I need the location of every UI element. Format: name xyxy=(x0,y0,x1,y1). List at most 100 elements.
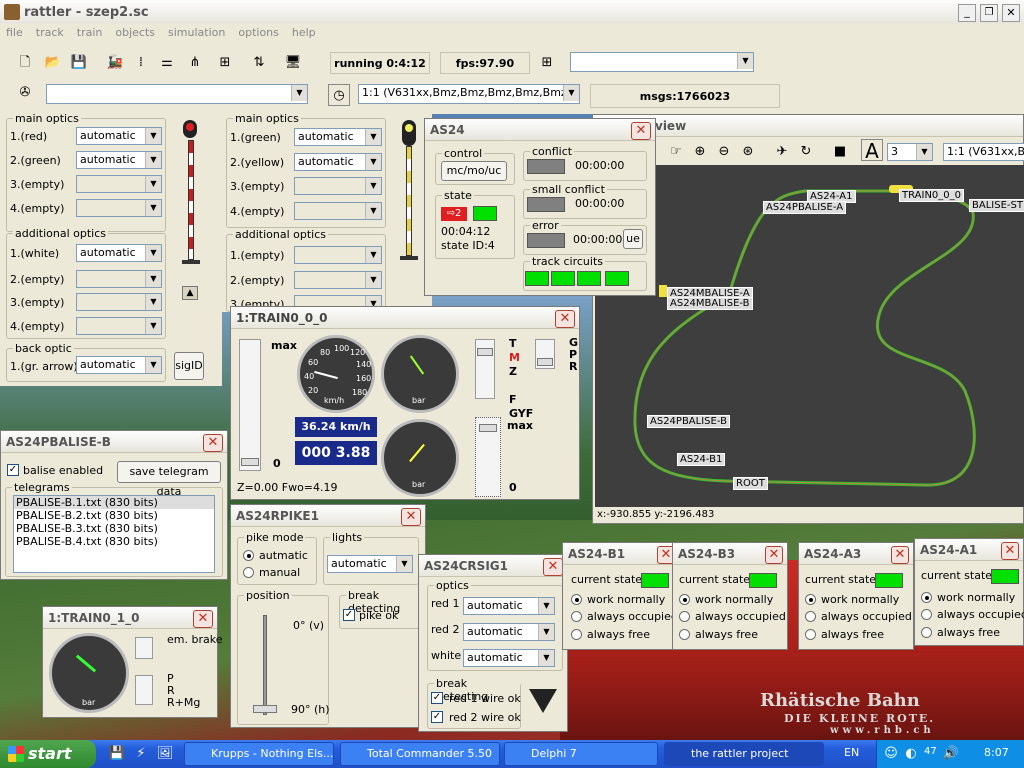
menu-file[interactable]: file xyxy=(6,26,23,44)
pointer-icon[interactable]: ☞ xyxy=(665,141,687,163)
monitor-icon[interactable]: 🖥 xyxy=(282,52,304,74)
control-button[interactable]: mc/mo/uc xyxy=(441,161,507,181)
optic-select[interactable]: ▼ xyxy=(294,177,382,195)
menu-options[interactable]: options xyxy=(238,26,279,44)
telegram-list[interactable]: PBALISE-B.1.txt (830 bits) PBALISE-B.2.t… xyxy=(13,495,215,573)
quick-launch-icon[interactable]: 🖼 xyxy=(154,743,176,765)
open-folder-icon[interactable]: 📂 xyxy=(42,52,64,74)
balise-icon[interactable]: ⋔ xyxy=(184,52,206,74)
language-indicator[interactable]: EN xyxy=(844,746,859,759)
mode-lever[interactable] xyxy=(535,339,555,369)
occupied-radio[interactable] xyxy=(921,609,932,620)
optic-select[interactable]: ▼ xyxy=(76,175,162,193)
list-item[interactable]: PBALISE-B.4.txt (830 bits) xyxy=(14,535,214,548)
work-normally-radio[interactable] xyxy=(921,592,932,603)
zoom-out-icon[interactable]: ⊖ xyxy=(713,141,735,163)
track-label[interactable]: AS24MBALISE-B xyxy=(667,297,753,310)
red1-checkbox[interactable]: ✓ xyxy=(431,692,443,704)
stop-icon[interactable]: ■ xyxy=(829,141,851,163)
path-select[interactable]: ▼ xyxy=(46,84,308,104)
tray-icon[interactable]: ◐ xyxy=(900,743,922,765)
train-select[interactable]: 1:1 (V631xx,Bmz,Bmz,Bmz,Bmz,Bmz) ▼ xyxy=(358,84,580,104)
close-icon[interactable]: ✕ xyxy=(401,508,421,526)
signal-icon[interactable]: ⁞ xyxy=(130,52,152,74)
occupied-radio[interactable] xyxy=(679,611,690,622)
task-rattler[interactable]: the rattler project xyxy=(664,742,824,766)
manual-radio[interactable] xyxy=(243,567,254,578)
close-icon[interactable]: ✕ xyxy=(631,122,651,140)
track-label[interactable]: AS24-B1 xyxy=(677,453,726,466)
zoom-fit-icon[interactable]: ⊛ xyxy=(737,141,759,163)
work-normally-radio[interactable] xyxy=(805,594,816,605)
optic-select[interactable]: ▼ xyxy=(294,246,382,264)
optic-select[interactable]: automatic ▼ xyxy=(294,153,382,171)
optic-select[interactable]: automatic ▼ xyxy=(463,649,555,667)
occupied-radio[interactable] xyxy=(805,611,816,622)
close-icon[interactable]: ✕ xyxy=(543,558,563,576)
close-button[interactable]: ✕ xyxy=(1002,4,1020,22)
optic-select[interactable]: ▼ xyxy=(76,317,162,335)
ue-button[interactable]: ue xyxy=(623,229,643,249)
free-radio[interactable] xyxy=(921,627,932,638)
free-radio[interactable] xyxy=(571,629,582,640)
track-label[interactable]: BALISE-ST xyxy=(969,199,1024,212)
sigid-button[interactable]: sigID xyxy=(174,352,204,380)
track-label[interactable]: AS24PBALISE-A xyxy=(763,201,847,214)
network-icon[interactable]: ⊞ xyxy=(214,52,236,74)
task-krupps[interactable]: Krupps - Nothing Els... xyxy=(184,742,334,766)
train-view-icon[interactable]: ✈ xyxy=(771,141,793,163)
brake-slider[interactable] xyxy=(475,417,501,497)
maximize-button[interactable]: ❐ xyxy=(980,4,998,22)
menu-help[interactable]: help xyxy=(292,26,316,44)
close-icon[interactable]: ✕ xyxy=(1001,542,1019,560)
lights-select[interactable]: automatic ▼ xyxy=(327,555,413,573)
tray-icon[interactable]: ☺ xyxy=(880,743,902,765)
quick-launch-icon[interactable]: ⚡ xyxy=(130,743,152,765)
track-label[interactable]: TRAIN0_0_0 xyxy=(899,189,965,202)
optic-select[interactable]: ▼ xyxy=(294,271,382,289)
optic-select[interactable]: automatic ▼ xyxy=(294,128,382,146)
work-normally-radio[interactable] xyxy=(679,594,690,605)
text-size-icon[interactable]: A xyxy=(861,139,883,162)
free-radio[interactable] xyxy=(805,629,816,640)
collapse-icon[interactable]: ▲ xyxy=(182,286,198,300)
optic-select[interactable]: ▼ xyxy=(76,293,162,311)
track-label[interactable]: ROOT xyxy=(733,477,768,490)
menu-objects[interactable]: objects xyxy=(115,26,155,44)
position-slider[interactable] xyxy=(253,705,277,713)
optic-select[interactable]: automatic ▼ xyxy=(76,356,162,374)
occupied-radio[interactable] xyxy=(571,611,582,622)
menu-track[interactable]: track xyxy=(36,26,64,44)
switch-icon[interactable]: ⇅ xyxy=(248,52,270,74)
refresh-icon[interactable]: ↻ xyxy=(795,141,817,163)
task-delphi[interactable]: Delphi 7 xyxy=(504,742,658,766)
work-normally-radio[interactable] xyxy=(571,594,582,605)
optic-select[interactable]: automatic ▼ xyxy=(76,244,162,262)
optic-select[interactable]: ▼ xyxy=(76,199,162,217)
speaker-icon[interactable]: 🔊 xyxy=(940,743,962,765)
object-select[interactable]: ▼ xyxy=(570,52,754,72)
free-radio[interactable] xyxy=(679,629,690,640)
optic-select[interactable]: automatic ▼ xyxy=(463,623,555,641)
train-icon[interactable]: 🚂 xyxy=(104,52,126,74)
brake-lever[interactable] xyxy=(475,339,495,399)
track-icon[interactable]: ⚌ xyxy=(156,52,178,74)
list-item[interactable]: PBALISE-B.1.txt (830 bits) xyxy=(14,496,214,509)
close-icon[interactable]: ✕ xyxy=(891,546,909,564)
close-icon[interactable]: ✕ xyxy=(555,310,575,328)
em-brake-lever[interactable] xyxy=(135,637,153,659)
close-icon[interactable]: ✕ xyxy=(203,434,223,452)
close-icon[interactable]: ✕ xyxy=(765,546,783,564)
throttle-slider[interactable] xyxy=(239,339,261,471)
pike-ok-checkbox[interactable]: ✓ xyxy=(343,609,355,621)
zoom-in-icon[interactable]: ⊕ xyxy=(689,141,711,163)
mode-lever[interactable] xyxy=(135,675,153,705)
menu-simulation[interactable]: simulation xyxy=(168,26,225,44)
optic-select[interactable]: ▼ xyxy=(76,270,162,288)
quick-launch-icon[interactable]: 💾 xyxy=(106,743,128,765)
view-train-select[interactable]: 1:1 (V631xx,Bmz xyxy=(943,143,1024,161)
minimize-button[interactable]: _ xyxy=(958,4,976,22)
save-telegram-button[interactable]: save telegram data xyxy=(117,461,221,498)
balise-enabled-checkbox[interactable]: ✓ xyxy=(7,464,19,476)
network-view-icon[interactable]: ⊞ xyxy=(536,52,558,74)
